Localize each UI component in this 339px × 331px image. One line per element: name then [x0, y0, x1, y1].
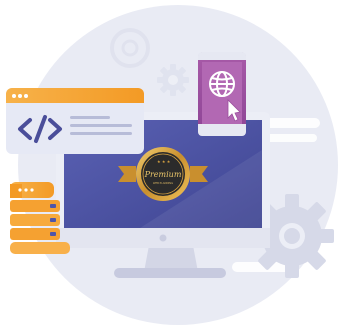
badge-small-text: WEB PLANNING	[153, 181, 173, 185]
gear-small-icon	[157, 64, 189, 96]
phone-device	[198, 52, 246, 136]
badge-stars: ★ ★ ★	[157, 159, 171, 164]
browser-window	[6, 88, 144, 154]
badge-script-text: Premium	[144, 170, 182, 179]
browser-dots	[12, 94, 28, 98]
web-development-illustration: ★ ★ ★ Premium WEB PLANNING	[6, 5, 338, 325]
